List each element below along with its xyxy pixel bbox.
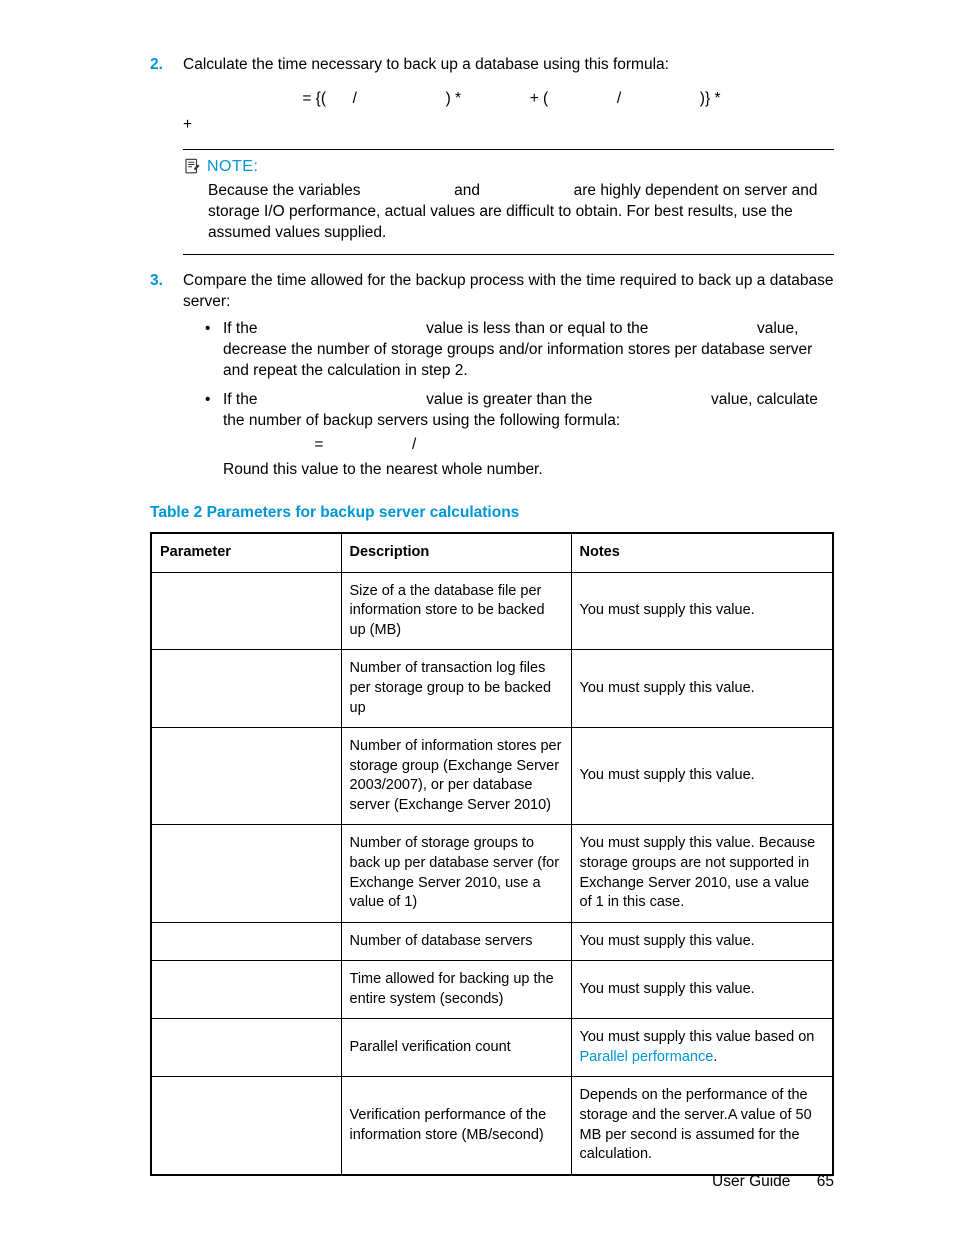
formula-part: / — [353, 90, 362, 107]
formula-part: = — [314, 436, 327, 453]
col-description: Description — [341, 533, 571, 572]
page-footer: User Guide 65 — [712, 1172, 834, 1193]
cell-parameter — [151, 1077, 341, 1175]
table-header-row: Parameter Description Notes — [151, 533, 833, 572]
table-row: Number of transaction log files per stor… — [151, 650, 833, 728]
step-text: Calculate the time necessary to back up … — [183, 56, 669, 73]
table-caption: Table 2 Parameters for backup server cal… — [150, 503, 834, 524]
formula-part: + — [183, 116, 192, 133]
formula-part: ) * — [446, 90, 466, 107]
step-number: 2. — [150, 55, 163, 76]
cell-parameter — [151, 1019, 341, 1077]
notes-text: You must supply this value based on — [580, 1029, 815, 1045]
step-2: 2. Calculate the time necessary to back … — [150, 55, 834, 76]
cell-description: Parallel verification count — [341, 1019, 571, 1077]
cell-parameter — [151, 650, 341, 728]
bullet-text: If the — [223, 320, 262, 337]
cell-notes: Depends on the performance of the storag… — [571, 1077, 833, 1175]
step-3: 3. Compare the time allowed for the back… — [150, 271, 834, 481]
page: 2. Calculate the time necessary to back … — [0, 0, 954, 1235]
note-text: Because the variables — [208, 182, 365, 199]
cell-notes: You must supply this value. — [571, 572, 833, 650]
cell-description: Verification performance of the informat… — [341, 1077, 571, 1175]
bullet-text: value is greater than the — [426, 391, 597, 408]
cell-description: Number of information stores per storage… — [341, 728, 571, 825]
note-text: and — [454, 182, 484, 199]
cell-parameter — [151, 728, 341, 825]
ordered-steps: 3. Compare the time allowed for the back… — [150, 271, 834, 481]
table-row: Size of a the database file per informat… — [151, 572, 833, 650]
note-divider-top — [183, 149, 834, 150]
cell-notes: You must supply this value based on Para… — [571, 1019, 833, 1077]
table-row: Parallel verification count You must sup… — [151, 1019, 833, 1077]
col-parameter: Parameter — [151, 533, 341, 572]
table-row: Number of storage groups to back up per … — [151, 825, 833, 922]
cell-notes: You must supply this value. — [571, 922, 833, 961]
col-notes: Notes — [571, 533, 833, 572]
ordered-steps: 2. Calculate the time necessary to back … — [150, 55, 834, 76]
cell-description: Number of transaction log files per stor… — [341, 650, 571, 728]
note-block: NOTE: Because the variables and are high… — [150, 156, 834, 244]
cell-parameter — [151, 961, 341, 1019]
bullet-item: If the value is less than or equal to th… — [205, 319, 834, 382]
note-icon — [183, 157, 201, 175]
parameters-table: Parameter Description Notes Size of a th… — [150, 532, 834, 1176]
formula-part: + ( — [530, 90, 549, 107]
cell-parameter — [151, 572, 341, 650]
bullet-text: value is less than or equal to the — [426, 320, 653, 337]
formula-part: / — [412, 436, 416, 453]
cell-notes: You must supply this value. Because stor… — [571, 825, 833, 922]
cell-description: Number of storage groups to back up per … — [341, 825, 571, 922]
sub-formula: = / — [223, 435, 834, 456]
cell-parameter — [151, 825, 341, 922]
note-header: NOTE: — [183, 156, 834, 178]
cell-notes: You must supply this value. — [571, 650, 833, 728]
cell-description: Time allowed for backing up the entire s… — [341, 961, 571, 1019]
formula-part: / — [617, 90, 626, 107]
cell-notes: You must supply this value. — [571, 728, 833, 825]
cell-description: Size of a the database file per informat… — [341, 572, 571, 650]
formula-part: = {( — [302, 90, 326, 107]
link-parallel-performance[interactable]: Parallel performance — [580, 1049, 714, 1065]
step-text: Compare the time allowed for the backup … — [183, 272, 834, 310]
step-number: 3. — [150, 271, 163, 292]
bullet-text: If the — [223, 391, 262, 408]
page-number: 65 — [817, 1173, 834, 1190]
table-row: Time allowed for backing up the entire s… — [151, 961, 833, 1019]
notes-text: . — [713, 1049, 717, 1065]
note-label: NOTE: — [207, 156, 258, 178]
table-row: Verification performance of the informat… — [151, 1077, 833, 1175]
note-divider-bottom — [183, 254, 834, 255]
bullet-list: If the value is less than or equal to th… — [183, 319, 834, 481]
formula-part: )} * — [700, 90, 721, 107]
formula-block: = {( / ) * + ( / )} * + — [150, 86, 834, 139]
cell-notes: You must supply this value. — [571, 961, 833, 1019]
table-row: Number of database servers You must supp… — [151, 922, 833, 961]
cell-parameter — [151, 922, 341, 961]
bullet-item: If the value is greater than the value, … — [205, 390, 834, 482]
note-body: Because the variables and are highly dep… — [183, 181, 834, 244]
table-row: Number of information stores per storage… — [151, 728, 833, 825]
bullet-text: Round this value to the nearest whole nu… — [223, 461, 543, 478]
footer-title: User Guide — [712, 1173, 790, 1190]
cell-description: Number of database servers — [341, 922, 571, 961]
